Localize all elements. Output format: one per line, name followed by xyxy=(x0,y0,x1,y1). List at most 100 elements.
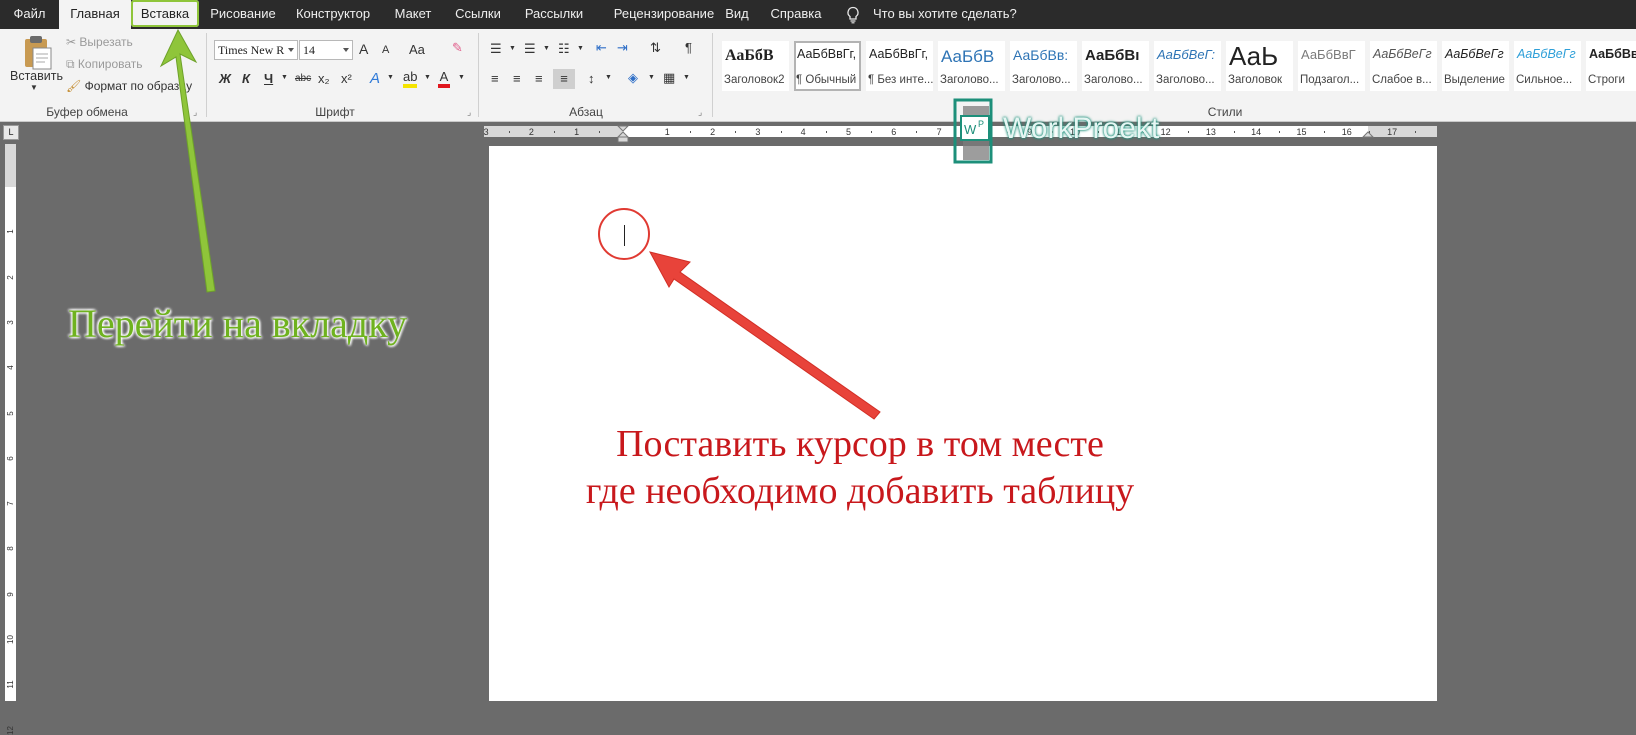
style-heading1[interactable]: АаБбВ Заголово... xyxy=(938,41,1005,91)
paragraph-dialog-launcher-icon[interactable]: ⌟ xyxy=(698,107,707,117)
borders-dropdown-arrow[interactable]: ▼ xyxy=(683,74,690,81)
style-sample: АаБбВеГ: xyxy=(1157,47,1215,62)
style-strong[interactable]: АаБбВв Строги xyxy=(1586,41,1636,91)
ruler-tick-mark xyxy=(825,131,827,133)
bold-button[interactable]: Ж xyxy=(219,71,231,86)
numbering-icon[interactable]: ☰ xyxy=(524,41,536,57)
bullets-icon[interactable]: ☰ xyxy=(490,41,502,57)
text-effects-dropdown-arrow[interactable]: ▼ xyxy=(387,74,394,81)
red-annotation-text: Поставить курсор в том месте где необход… xyxy=(560,421,1160,515)
paste-icon[interactable] xyxy=(17,35,55,71)
ruler-tick-label: 13 xyxy=(1205,127,1216,137)
grow-font-button[interactable]: A xyxy=(359,41,368,57)
underline-dropdown-arrow[interactable]: ▼ xyxy=(281,74,288,81)
svg-text:P: P xyxy=(978,119,984,129)
decrease-indent-icon[interactable]: ⇤ xyxy=(596,40,607,56)
underline-button[interactable]: Ч xyxy=(264,71,273,86)
ruler-tick-label: 2 xyxy=(528,127,534,137)
tab-help[interactable]: Справка xyxy=(766,0,826,29)
format-painter-button[interactable]: 🖌 Формат по образцу xyxy=(66,79,192,93)
ruler-tick-label: 9 xyxy=(6,591,15,597)
style-emphasis[interactable]: АаБбВеГг Выделение xyxy=(1442,41,1509,91)
tab-home[interactable]: Главная xyxy=(59,0,131,29)
text-effects-icon[interactable]: A xyxy=(370,70,380,87)
ruler-tick-mark xyxy=(1278,131,1280,133)
paste-button[interactable]: Вставить xyxy=(10,69,63,83)
style-heading-d[interactable]: АаБбВеГ: Заголово... xyxy=(1154,41,1221,91)
tab-design[interactable]: Конструктор xyxy=(290,0,376,29)
sort-icon[interactable]: ⇅ xyxy=(650,40,661,56)
style-no-spacing[interactable]: АаБбВвГг, ¶ Без инте... xyxy=(866,41,933,91)
shrink-font-button[interactable]: A xyxy=(382,44,389,56)
tab-file[interactable]: Файл xyxy=(0,0,59,29)
ruler-tick-label: 3 xyxy=(755,127,761,137)
tab-selector[interactable]: L xyxy=(3,125,19,140)
tab-view[interactable]: Вид xyxy=(717,0,757,29)
ruler-tick-label: 15 xyxy=(1296,127,1307,137)
font-color-icon[interactable]: A xyxy=(438,69,450,88)
shading-dropdown-arrow[interactable]: ▼ xyxy=(648,74,655,81)
shading-icon[interactable]: ◈ xyxy=(628,70,638,86)
ruler-tick-label: 2 xyxy=(6,274,15,280)
highlight-dropdown-arrow[interactable]: ▼ xyxy=(424,74,431,81)
clear-formatting-icon[interactable]: ✎ xyxy=(452,40,463,56)
multilevel-dropdown-arrow[interactable]: ▼ xyxy=(577,45,584,52)
group-divider xyxy=(712,33,713,117)
borders-icon[interactable]: ▦ xyxy=(663,70,675,86)
ruler-tick-label: 10 xyxy=(6,635,15,644)
numbering-dropdown-arrow[interactable]: ▼ xyxy=(543,45,550,52)
align-center-icon[interactable]: ≡ xyxy=(513,71,521,86)
tab-references[interactable]: Ссылки xyxy=(448,0,508,29)
ruler-tick-mark xyxy=(1233,131,1235,133)
tab-layout[interactable]: Макет xyxy=(388,0,438,29)
copy-button[interactable]: ⧉ Копировать xyxy=(66,57,143,72)
style-subtitle[interactable]: АаБбВвГ Подзагол... xyxy=(1298,41,1365,91)
align-left-icon[interactable]: ≡ xyxy=(491,71,499,86)
increase-indent-icon[interactable]: ⇥ xyxy=(617,40,628,56)
style-heading-c[interactable]: АаБбВı Заголово... xyxy=(1082,41,1149,91)
font-color-dropdown-arrow[interactable]: ▼ xyxy=(458,74,465,81)
align-right-icon[interactable]: ≡ xyxy=(535,71,543,86)
style-normal[interactable]: АаБбВвГг, ¶ Обычный xyxy=(794,41,861,91)
font-size-box[interactable]: 14 xyxy=(299,40,353,60)
tab-draw[interactable]: Рисование xyxy=(203,0,283,29)
cut-button[interactable]: ✂ Вырезать xyxy=(66,35,133,49)
multilevel-list-icon[interactable]: ☷ xyxy=(558,41,570,57)
line-spacing-icon[interactable]: ↕ xyxy=(588,71,595,86)
subscript-button[interactable]: x₂ xyxy=(318,71,330,86)
style-heading2[interactable]: АаБбВ Заголовок2 xyxy=(722,41,789,91)
line-spacing-dropdown-arrow[interactable]: ▼ xyxy=(605,74,612,81)
ribbon: Вставить ▼ ✂ Вырезать ⧉ Копировать 🖌 Фор… xyxy=(0,29,1636,122)
bullets-dropdown-arrow[interactable]: ▼ xyxy=(509,45,516,52)
superscript-button[interactable]: x² xyxy=(341,71,352,86)
style-title[interactable]: АаЬ Заголовок xyxy=(1226,41,1293,91)
tab-mailings[interactable]: Рассылки xyxy=(518,0,590,29)
style-intense-emphasis[interactable]: АаБбВеГг Сильное... xyxy=(1514,41,1581,91)
ruler-tick-label: 4 xyxy=(6,365,15,370)
change-case-button[interactable]: Aa xyxy=(409,42,425,57)
font-name-box[interactable]: Times New R xyxy=(214,40,298,60)
tell-me-search[interactable]: Что вы хотите сделать? xyxy=(873,0,1017,29)
justify-icon[interactable]: ≡ xyxy=(553,69,575,89)
lightbulb-icon xyxy=(847,6,859,24)
paste-dropdown-arrow[interactable]: ▼ xyxy=(30,83,38,92)
clipboard-dialog-launcher-icon[interactable]: ⌟ xyxy=(193,107,202,117)
italic-button[interactable]: К xyxy=(242,71,250,86)
tab-insert[interactable]: Вставка xyxy=(131,0,199,27)
group-divider xyxy=(478,33,479,117)
red-annotation-line1: Поставить курсор в том месте xyxy=(616,423,1104,465)
style-name: Заголово... xyxy=(1084,74,1143,86)
font-name-value: Times New R xyxy=(218,43,285,57)
ruler-tick-label: 7 xyxy=(936,127,942,137)
style-heading-b[interactable]: АаБбВв: Заголово... xyxy=(1010,41,1077,91)
group-divider xyxy=(206,33,207,117)
show-formatting-marks-button[interactable]: ¶ xyxy=(685,40,692,55)
ruler-tick-mark xyxy=(1414,131,1416,133)
tab-review[interactable]: Рецензирование xyxy=(601,0,727,29)
highlight-color-icon[interactable]: ab xyxy=(403,69,417,88)
style-subtle-emphasis[interactable]: АаБбВеГг Слабое в... xyxy=(1370,41,1437,91)
ruler-tick-label: 16 xyxy=(1341,127,1352,137)
workproekt-watermark: WorkProekt xyxy=(1003,112,1160,145)
font-dialog-launcher-icon[interactable]: ⌟ xyxy=(467,107,476,117)
strikethrough-button[interactable]: abc xyxy=(295,73,311,84)
